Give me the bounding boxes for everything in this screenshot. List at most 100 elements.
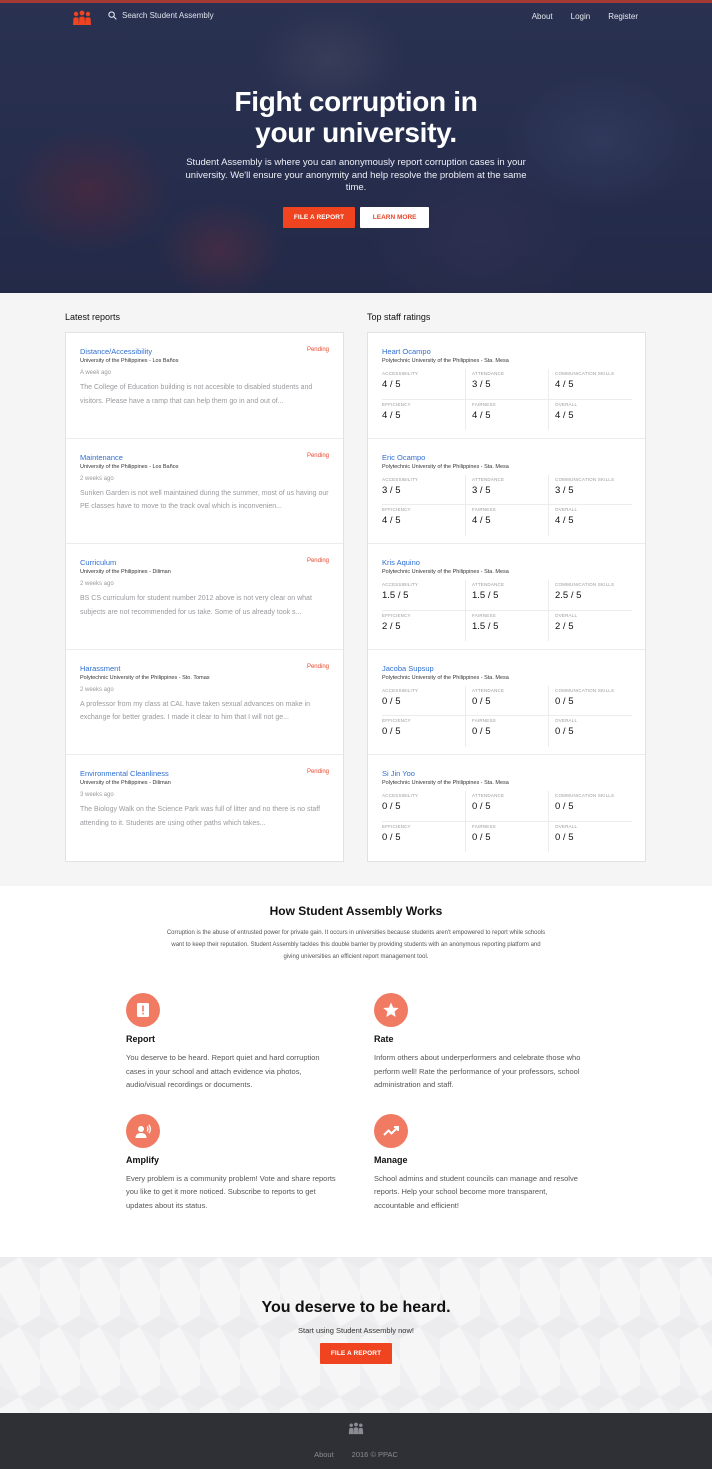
- rating-cell: FAIRNESS 1.5 / 5: [465, 610, 548, 642]
- rating-label: OVERALL: [555, 823, 578, 829]
- hero-content: Fight corruption in your university. Stu…: [0, 86, 712, 228]
- rating-label: EFFICIENCY: [382, 718, 411, 724]
- search-input[interactable]: [122, 11, 242, 20]
- feature-text: You deserve to be heard. Report quiet an…: [126, 1053, 320, 1089]
- rating-grid: ACCESSIBILITY 3 / 5 ATTENDANCE 3 / 5 COMMUNI…: [382, 474, 632, 536]
- footer: About 2016 © PPAC: [0, 1413, 712, 1469]
- staff-name[interactable]: Kris Aquino: [382, 558, 631, 567]
- rating-value: 0 / 5: [555, 726, 574, 738]
- status-badge: Pending: [306, 663, 329, 670]
- staff-rating-card[interactable]: Heart Ocampo Polytechnic University of th…: [368, 333, 645, 439]
- rating-label: FAIRNESS: [472, 718, 496, 724]
- rating-cell: ATTENDANCE 0 / 5: [465, 791, 548, 822]
- top-nav: About Login Register: [0, 3, 712, 31]
- rating-cell: FAIRNESS 4 / 5: [465, 505, 548, 536]
- staff-university: Polytechnic University of the Philippine…: [382, 674, 509, 681]
- staff-rating-card[interactable]: Jacoba Supsup Polytechnic University of t…: [368, 650, 645, 756]
- rating-cell: FAIRNESS 0 / 5: [465, 716, 548, 747]
- nav-login-link[interactable]: Login: [571, 12, 591, 21]
- how-it-works-section: How Student Assembly Works Corruption is…: [0, 886, 712, 1257]
- staff-name[interactable]: Heart Ocampo: [382, 347, 631, 356]
- rating-cell: COMMUNICATION SKILLS 4 / 5: [548, 369, 632, 400]
- cta-section: You deserve to be heard. Start using Stu…: [0, 1257, 712, 1413]
- report-university: University of the Philippines - Diliman: [80, 569, 171, 576]
- rating-value: 0 / 5: [382, 801, 401, 813]
- file-report-button[interactable]: FILE A REPORT: [282, 206, 356, 228]
- rating-value: 0 / 5: [382, 726, 401, 738]
- rating-value: 0 / 5: [382, 831, 401, 843]
- footer-logo-icon: [348, 1422, 364, 1435]
- rating-grid: ACCESSIBILITY 0 / 5 ATTENDANCE 0 / 5 COMMUNI…: [382, 685, 632, 747]
- rating-cell: COMMUNICATION SKILLS 0 / 5: [548, 685, 632, 717]
- rating-value: 4 / 5: [555, 379, 574, 390]
- report-title[interactable]: Environmental Cleanliness: [80, 769, 329, 778]
- rating-value: 0 / 5: [472, 831, 491, 843]
- rating-cell: COMMUNICATION SKILLS 3 / 5: [548, 474, 632, 506]
- trend-icon: [374, 1113, 408, 1148]
- report-university: Polytechnic University of the Philippine…: [80, 674, 210, 681]
- rating-cell: OVERALL 0 / 5: [548, 821, 632, 853]
- staff-rating-card[interactable]: Kris Aquino Polytechnic University of the…: [368, 544, 645, 650]
- report-university: University of the Philippines - Los Baño…: [80, 463, 179, 470]
- ratings-panel: Heart Ocampo Polytechnic University of th…: [367, 332, 646, 862]
- hero-title: Fight corruption in your university.: [234, 86, 478, 148]
- feature-report: Report You deserve to be heard. Report q…: [126, 993, 374, 1092]
- footer-about-link[interactable]: About: [314, 1450, 334, 1459]
- report-card[interactable]: Environmental Cleanliness Pending Univer…: [66, 755, 343, 861]
- rating-value: 2 / 5: [382, 620, 401, 632]
- report-card[interactable]: Distance/Accessibility Pending Universit…: [66, 333, 343, 439]
- staff-name[interactable]: Jacoba Supsup: [382, 664, 631, 673]
- rating-label: COMMUNICATION SKILLS: [555, 582, 615, 588]
- feature-title: Manage: [374, 1154, 408, 1165]
- rating-label: OVERALL: [555, 612, 578, 618]
- feature-text: Inform others about underperformers and …: [374, 1053, 581, 1089]
- staff-name[interactable]: Si Jin Yoo: [382, 769, 631, 778]
- cta-title: You deserve to be heard.: [261, 1299, 451, 1316]
- report-title[interactable]: Harassment: [80, 664, 329, 673]
- rating-label: COMMUNICATION SKILLS: [555, 793, 615, 799]
- report-excerpt: BS CS curriculum for student number 2012…: [80, 595, 312, 616]
- rating-cell: ATTENDANCE 3 / 5: [465, 369, 548, 400]
- feature-text: School admins and student councils can m…: [374, 1173, 578, 1210]
- footer-links: About 2016 © PPAC: [0, 1450, 712, 1459]
- rating-value: 4 / 5: [472, 409, 491, 421]
- staff-university: Polytechnic University of the Philippine…: [382, 463, 509, 470]
- status-badge: Pending: [306, 558, 329, 565]
- nav-register-link[interactable]: Register: [608, 12, 638, 21]
- rating-cell: EFFICIENCY 0 / 5: [382, 716, 465, 747]
- report-card[interactable]: Curriculum Pending University of the Phi…: [66, 544, 343, 650]
- rating-grid: ACCESSIBILITY 1.5 / 5 ATTENDANCE 1.5 / 5 COM…: [382, 580, 632, 642]
- rating-value: 3 / 5: [472, 379, 491, 390]
- rating-value: 0 / 5: [472, 695, 491, 707]
- cta-file-report-button[interactable]: FILE A REPORT: [319, 1343, 393, 1364]
- report-time: 2 weeks ago: [80, 686, 114, 693]
- report-title[interactable]: Curriculum: [80, 558, 329, 567]
- feature-manage: Manage School admins and student council…: [374, 1113, 594, 1213]
- footer-copyright: 2016 © PPAC: [351, 1450, 398, 1459]
- staff-name[interactable]: Eric Ocampo: [382, 453, 631, 462]
- staff-rating-card[interactable]: Eric Ocampo Polytechnic University of the…: [368, 439, 645, 545]
- hero-buttons: FILE A REPORT LEARN MORE: [0, 206, 712, 228]
- report-title[interactable]: Distance/Accessibility: [80, 347, 329, 356]
- rating-cell: ACCESSIBILITY 3 / 5: [382, 475, 465, 506]
- report-title[interactable]: Maintenance: [80, 453, 329, 462]
- nav-about-link[interactable]: About: [532, 12, 553, 21]
- report-card[interactable]: Harassment Pending Polytechnic Universit…: [66, 650, 343, 756]
- status-badge: Pending: [306, 347, 329, 353]
- learn-more-button[interactable]: LEARN MORE: [360, 206, 430, 228]
- rating-value: 4 / 5: [472, 515, 491, 527]
- staff-university: Polytechnic University of the Philippine…: [382, 780, 509, 787]
- rating-cell: FAIRNESS 0 / 5: [465, 821, 548, 853]
- rating-value: 1.5 / 5: [382, 590, 409, 602]
- rating-cell: EFFICIENCY 2 / 5: [382, 611, 465, 642]
- staff-rating-card[interactable]: Si Jin Yoo Polytechnic University of the …: [368, 755, 645, 861]
- search-icon: [108, 11, 117, 20]
- rating-cell: OVERALL 0 / 5: [548, 716, 632, 747]
- logo-icon[interactable]: [72, 10, 92, 26]
- rating-value: 0 / 5: [555, 831, 574, 843]
- report-excerpt: Sunken Garden is not well maintained dur…: [80, 489, 329, 511]
- rating-label: COMMUNICATION SKILLS: [555, 476, 615, 482]
- report-card[interactable]: Maintenance Pending University of the Ph…: [66, 439, 343, 545]
- rating-value: 3 / 5: [555, 484, 574, 496]
- rating-value: 0 / 5: [382, 695, 401, 707]
